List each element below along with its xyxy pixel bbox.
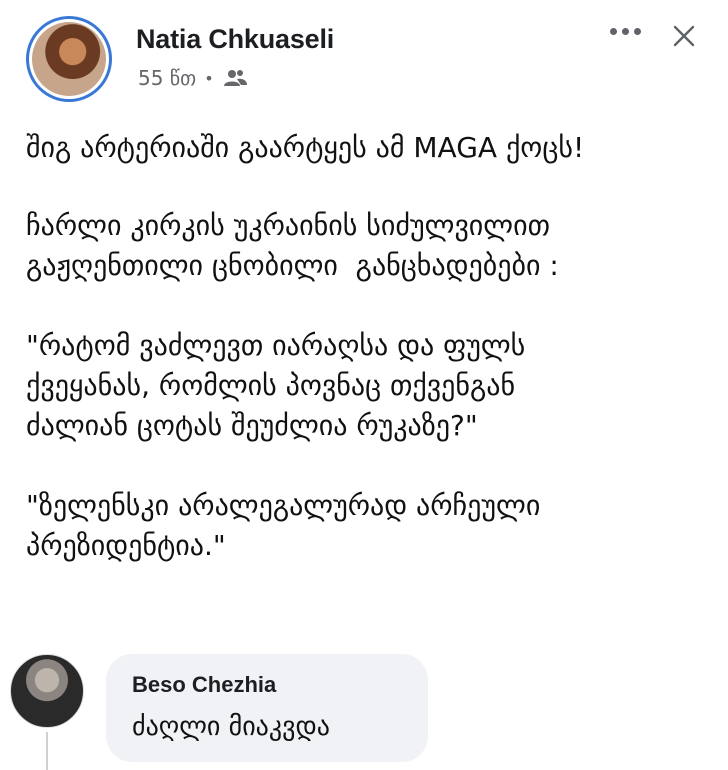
- meta-separator: •: [204, 68, 214, 88]
- author-avatar[interactable]: [26, 16, 112, 102]
- comment-text: ძაღლი მიაკვდა: [132, 712, 330, 742]
- post-meta: 55 წთ •: [138, 66, 248, 90]
- more-options-icon[interactable]: [610, 28, 641, 35]
- thread-line: [46, 732, 48, 770]
- comment-bubble[interactable]: Beso Chezhia ძაღლი მიაკვდა: [106, 654, 428, 762]
- post-paragraph: "ზელენსკი არალეგალურად არჩეული პრეზიდენტ…: [26, 489, 541, 562]
- comment-author[interactable]: Beso Chezhia: [132, 672, 402, 698]
- author-name[interactable]: Natia Chkuaseli: [136, 24, 334, 55]
- post-paragraph: შიგ არტერიაში გაარტყეს ამ MAGA ქოცს!: [26, 131, 585, 164]
- post-header: Natia Chkuaseli 55 წთ •: [0, 0, 728, 115]
- author-avatar-photo: [32, 22, 106, 96]
- post-text: შიგ არტერიაში გაარტყეს ამ MAGA ქოცს! ჩარ…: [26, 128, 706, 606]
- close-icon[interactable]: [670, 22, 698, 50]
- comment: Beso Chezhia ძაღლი მიაკვდა: [0, 648, 728, 770]
- post-paragraph: "რატომ ვაძლევთ იარაღსა და ფულს ქვეყანას,…: [26, 329, 526, 442]
- post-time[interactable]: 55 წთ: [138, 66, 196, 90]
- post-paragraph: ჩარლი კირკის უკრაინის სიძულვილით გაჟღენთ…: [26, 209, 559, 282]
- commenter-avatar[interactable]: [10, 654, 84, 728]
- friends-icon[interactable]: [222, 68, 248, 88]
